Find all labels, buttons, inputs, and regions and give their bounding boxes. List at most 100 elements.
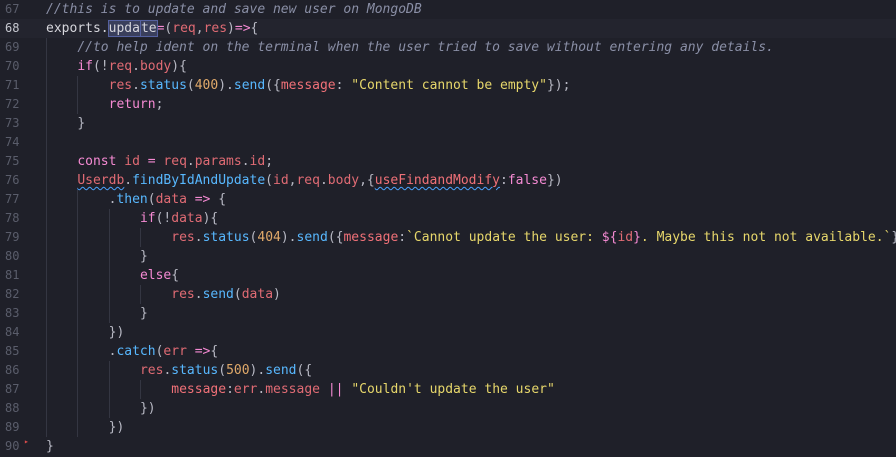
code-line[interactable]: 79 res.status(404).send({message:`Cannot … <box>0 228 896 247</box>
code-token: } <box>633 230 641 245</box>
code-token: then <box>116 192 148 207</box>
code-token: { <box>171 268 180 283</box>
code-line[interactable]: 82 res.send(data) <box>0 285 896 304</box>
code-line[interactable]: 88}) <box>0 399 896 418</box>
code-text[interactable]: } <box>140 247 148 266</box>
indent-guide <box>46 190 47 209</box>
indent-guide <box>46 38 47 57</box>
code-line[interactable]: 72 return; <box>0 95 896 114</box>
code-line[interactable]: 87 message:err.message || "Couldn't updat… <box>0 380 896 399</box>
code-line[interactable]: 80} <box>0 247 896 266</box>
code-text[interactable]: res.status(404).send({message:`Cannot up… <box>171 228 896 247</box>
code-token: 404 <box>257 230 281 245</box>
code-token: ( <box>233 287 242 302</box>
code-token: }) <box>108 325 125 340</box>
code-lines[interactable]: 67 //this is to update and save new user … <box>0 0 896 456</box>
code-text[interactable]: const id = req.params.id; <box>77 152 273 171</box>
code-token: (! <box>155 211 172 226</box>
line-number: 71 <box>5 78 20 92</box>
line-number: 88 <box>5 401 20 415</box>
code-line[interactable]: 90} <box>0 437 896 456</box>
code-line[interactable]: 77 .then(data => { <box>0 190 896 209</box>
code-token: ){ <box>202 211 219 226</box>
code-text[interactable]: if(!data){ <box>140 209 218 228</box>
line-number: 75 <box>5 154 20 168</box>
indent-guide <box>46 76 47 95</box>
code-token: "Couldn't update the user" <box>351 382 555 397</box>
code-text[interactable]: message:err.message || "Couldn't update … <box>171 380 555 399</box>
code-token: } <box>139 306 148 321</box>
code-text[interactable]: res.status(500).send({ <box>140 361 312 380</box>
indent-guide <box>46 418 47 437</box>
code-token: { <box>210 344 219 359</box>
indent-guide <box>77 209 79 228</box>
code-line[interactable]: 85 .catch(err =>{ <box>0 342 896 361</box>
code-line[interactable]: 86 res.status(500).send({ <box>0 361 896 380</box>
code-text[interactable]: Userdb.findByIdAndUpdate(id,req.body,{us… <box>77 171 562 190</box>
indent-guide <box>46 304 47 323</box>
code-editor[interactable]: 67 //this is to update and save new user … <box>0 0 896 457</box>
code-text[interactable]: res.send(data) <box>171 285 281 304</box>
code-line[interactable]: 81 else{ <box>0 266 896 285</box>
indent-guide <box>139 285 141 304</box>
code-text[interactable]: .catch(err =>{ <box>109 342 219 361</box>
code-token: exports. <box>46 21 109 36</box>
code-token: status <box>202 230 250 245</box>
code-line[interactable]: 73} <box>0 114 896 133</box>
code-text[interactable]: }) <box>109 418 125 437</box>
code-text[interactable]: } <box>77 114 85 133</box>
code-text[interactable]: //to help ident on the terminal when the… <box>77 38 774 57</box>
code-token: err <box>233 382 258 397</box>
code-token: res <box>203 21 228 36</box>
code-text[interactable]: exports.update=(req,res)=>{ <box>46 19 258 38</box>
code-token: send <box>202 287 234 302</box>
code-token: ) <box>227 21 235 36</box>
code-token: else <box>139 268 172 283</box>
code-token: req <box>163 154 187 169</box>
code-token: res <box>108 78 133 93</box>
code-line[interactable]: 69 //to help ident on the terminal when t… <box>0 38 896 57</box>
line-number: 73 <box>5 116 20 130</box>
indent-guide <box>77 361 79 380</box>
code-line[interactable]: 84}) <box>0 323 896 342</box>
code-line[interactable]: 71 res.status(400).send({message: "Conten… <box>0 76 896 95</box>
code-text[interactable]: } <box>46 437 54 456</box>
code-line[interactable]: 75 const id = req.params.id; <box>0 152 896 171</box>
code-token: message <box>343 230 399 245</box>
code-text[interactable]: .then(data => { <box>109 190 226 209</box>
code-token: { <box>218 192 227 207</box>
code-token: => <box>194 344 211 359</box>
code-text[interactable]: }) <box>140 399 156 418</box>
line-number: 68 <box>5 21 20 35</box>
indent-guide <box>77 342 79 361</box>
code-token: . <box>186 154 195 169</box>
code-line[interactable]: 83} <box>0 304 896 323</box>
code-line[interactable]: 68 exports.update=(req,res)=>{ <box>0 19 896 38</box>
code-token: 500 <box>226 363 250 378</box>
code-text[interactable]: //this is to update and save new user on… <box>46 0 422 19</box>
code-line[interactable]: 76 Userdb.findByIdAndUpdate(id,req.body,{… <box>0 171 896 190</box>
code-text[interactable]: return; <box>109 95 164 114</box>
code-text[interactable]: res.status(400).send({message: "Content … <box>109 76 571 95</box>
line-number: 74 <box>5 135 20 149</box>
indent-guide <box>77 323 79 342</box>
code-line[interactable]: 74 <box>0 133 896 152</box>
code-token: ; <box>265 154 274 169</box>
code-token: catch <box>116 344 156 359</box>
code-line[interactable]: 78 if(!data){ <box>0 209 896 228</box>
indent-guide <box>77 76 79 95</box>
code-token: ( <box>186 78 195 93</box>
code-token: upda <box>107 20 141 37</box>
code-line[interactable]: 89}) <box>0 418 896 437</box>
line-number: 67 <box>5 2 20 16</box>
indent-guide <box>108 247 110 266</box>
code-text[interactable]: } <box>140 304 148 323</box>
code-token: { <box>250 21 259 36</box>
code-text[interactable]: }) <box>109 323 125 342</box>
code-line[interactable]: 67 //this is to update and save new user … <box>0 0 896 19</box>
code-text[interactable]: else{ <box>140 266 179 285</box>
code-token: send <box>233 78 266 93</box>
code-text[interactable]: if(!req.body){ <box>77 57 187 76</box>
code-line[interactable]: 70 if(!req.body){ <box>0 57 896 76</box>
